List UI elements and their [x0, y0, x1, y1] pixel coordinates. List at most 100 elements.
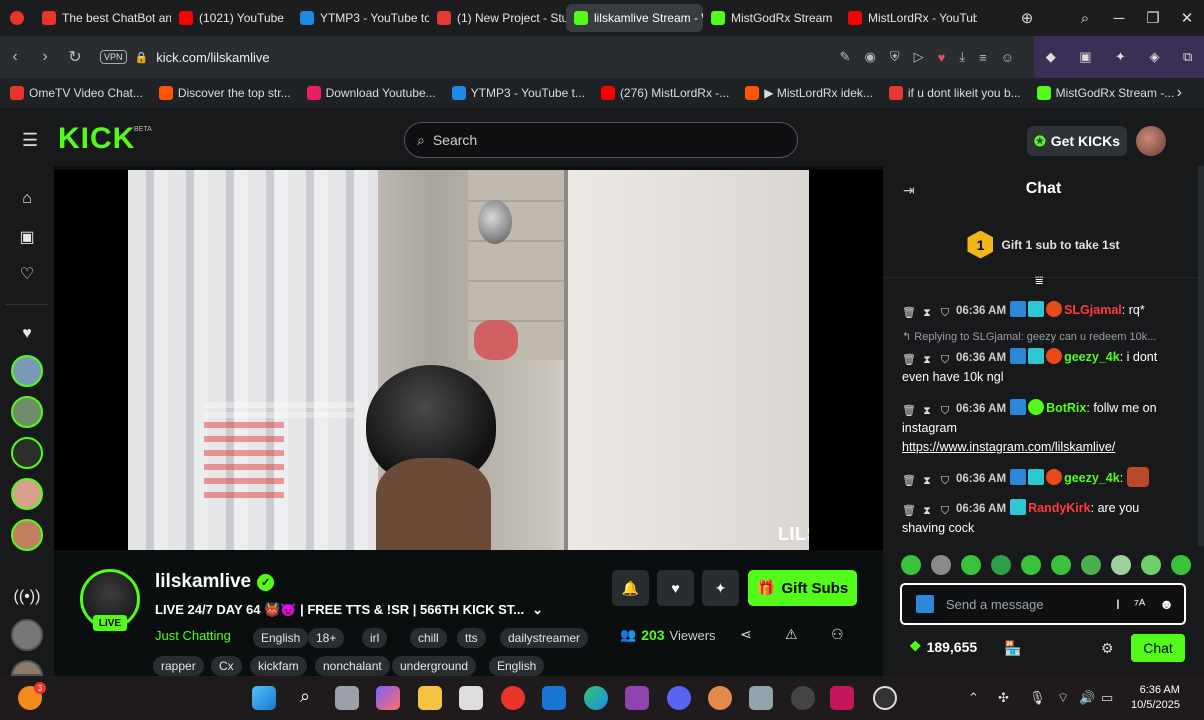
stream-tag[interactable]: nonchalant [315, 656, 390, 676]
msg-username[interactable]: BotRix [1046, 401, 1086, 415]
emote-icon[interactable] [1171, 555, 1191, 575]
timeout-icon[interactable]: ⧗ [920, 502, 934, 517]
opera-menu-icon[interactable] [10, 11, 24, 25]
store-app-icon[interactable] [459, 686, 483, 710]
wifi-icon[interactable]: ⌔ [1057, 690, 1069, 706]
home-icon[interactable]: ⌂ [16, 188, 38, 210]
stream-category[interactable]: Just Chatting [155, 628, 231, 643]
timeout-icon[interactable]: ⧗ [920, 472, 934, 487]
sparkle-button[interactable]: ✦ [702, 570, 739, 606]
gift-subs-button[interactable]: 🎁 Gift Subs [748, 570, 857, 606]
battery-icon[interactable]: ▭ [1101, 690, 1113, 706]
stream-tag[interactable]: English [253, 628, 309, 648]
chat-input-box[interactable]: Send a message Ι ⁷ᴬ ☻ [900, 583, 1186, 625]
emote-icon[interactable] [931, 555, 951, 575]
bookmark-item[interactable]: ▶ MistLordRx idek... [745, 86, 873, 100]
mod-user-icon[interactable]: ⚇ [831, 626, 844, 643]
extension-icon[interactable]: ◈ [1149, 49, 1159, 65]
outlook-icon[interactable] [542, 686, 566, 710]
stream-tag[interactable]: tts [457, 628, 486, 648]
edge-icon[interactable] [584, 686, 608, 710]
profile-icon[interactable]: ☺ [1001, 50, 1014, 65]
stream-tag[interactable]: dailystreamer [500, 628, 589, 648]
emote-icon[interactable] [1111, 555, 1131, 575]
file-explorer-icon[interactable] [418, 686, 442, 710]
ban-icon[interactable]: ⛉ [938, 351, 952, 366]
settings-gear-icon[interactable]: ⚙ [1101, 640, 1114, 657]
browser-tab[interactable]: lilskamlive Stream - W [565, 4, 703, 32]
chat-input[interactable]: Send a message [946, 597, 1044, 612]
extension-icon[interactable]: ◆ [1046, 49, 1056, 65]
browser-tab[interactable]: MistGodRx Stream [703, 4, 840, 32]
msg-username[interactable]: geezy_4k [1064, 471, 1120, 485]
bookmark-item[interactable]: YTMP3 - YouTube t... [451, 86, 585, 100]
stream-tag[interactable]: Cx [211, 656, 242, 676]
search-icon[interactable]: ⌕ [293, 686, 317, 710]
ban-icon[interactable]: ⛉ [938, 472, 952, 487]
emote-icon[interactable] [1021, 555, 1041, 575]
stream-tag[interactable]: English [489, 656, 545, 676]
recommended-channel-avatar[interactable] [11, 660, 43, 676]
emote-icon[interactable] [1051, 555, 1071, 575]
msg-link[interactable]: https://www.instagram.com/lilskamlive/ [902, 440, 1115, 454]
recommended-channel-avatar[interactable] [11, 619, 43, 651]
search-bar[interactable]: ⌕ Search [404, 122, 798, 158]
msg-username[interactable]: SLGjamal [1064, 303, 1122, 317]
maximize-icon[interactable]: ❐ [1136, 0, 1170, 36]
search-input[interactable]: Search [433, 132, 477, 148]
stream-tag[interactable]: kickfam [250, 656, 307, 676]
app-icon[interactable] [830, 686, 854, 710]
media-player-icon[interactable] [873, 686, 897, 710]
stream-tag[interactable]: rapper [153, 656, 204, 676]
shield-icon[interactable]: ⛨ [890, 49, 900, 65]
search-tabs-icon[interactable]: ⌕ [1068, 0, 1102, 36]
system-clock[interactable]: 6:36 AM 10/5/2025 [1131, 683, 1180, 713]
close-icon[interactable]: ✕ [1170, 0, 1204, 36]
browse-icon[interactable]: ▣ [16, 226, 38, 248]
camera-icon[interactable]: ◉ [865, 49, 876, 65]
url-field[interactable]: kick.com/lilskamlive [156, 50, 269, 65]
microphone-icon[interactable]: 🎙 [1029, 690, 1046, 706]
emote-icon[interactable] [1141, 555, 1161, 575]
reply-context[interactable]: ↰ Replying to SLGjamal: geezy can u rede… [902, 330, 1156, 343]
followed-channel-avatar[interactable] [11, 437, 43, 469]
timeout-icon[interactable]: ⧗ [920, 304, 934, 319]
bookmark-item[interactable]: (276) MistLordRx -... [600, 86, 729, 100]
browser-tab[interactable]: MistLordRx - YouTube [840, 4, 977, 32]
share-icon[interactable]: ⋖ [740, 626, 752, 643]
follow-heart-button[interactable]: ♥ [657, 570, 694, 606]
vpn-badge[interactable]: VPN [100, 50, 127, 64]
minimize-icon[interactable]: ─ [1102, 0, 1136, 36]
following-icon[interactable]: ♡ [16, 263, 38, 285]
delete-icon[interactable]: 🗑 [902, 472, 916, 487]
followed-channel-avatar[interactable] [11, 478, 43, 510]
bookmark-item[interactable]: Download Youtube... [306, 86, 436, 100]
tray-chevron-icon[interactable]: ⌃ [968, 690, 979, 706]
task-view-icon[interactable] [335, 686, 359, 710]
delete-icon[interactable]: 🗑 [902, 402, 916, 417]
timeout-icon[interactable]: ⧗ [920, 402, 934, 417]
followed-channel-avatar[interactable] [11, 519, 43, 551]
translate-icon[interactable]: ⁷ᴬ [1134, 596, 1145, 612]
bookmarks-overflow-icon[interactable]: › [1177, 84, 1182, 102]
bookmark-item[interactable]: OmeTV Video Chat... [10, 86, 143, 100]
send-chat-button[interactable]: Chat [1131, 634, 1185, 662]
get-kicks-button[interactable]: ✪ Get KICKs [1027, 126, 1127, 156]
stream-tag[interactable]: irl [362, 628, 388, 648]
page-scrollbar[interactable] [1198, 166, 1204, 546]
copilot-icon[interactable] [376, 686, 400, 710]
kick-logo[interactable]: KICK [58, 122, 135, 156]
store-icon[interactable]: 🏪 [1004, 640, 1021, 657]
forward-icon[interactable]: › [30, 48, 60, 66]
browser-tab[interactable]: The best ChatBot and [34, 4, 171, 32]
bookmark-item[interactable]: Discover the top str... [158, 86, 291, 100]
stream-tag[interactable]: chill [410, 628, 447, 648]
followed-channel-avatar[interactable] [11, 396, 43, 428]
new-tab-icon[interactable]: ⊕ [1010, 0, 1044, 36]
notification-bell-button[interactable]: 🔔 [612, 570, 649, 606]
stream-tag[interactable]: underground [392, 656, 477, 676]
video-player[interactable]: 👥 203 LILSKAMLIVE [54, 170, 883, 550]
scroll-down-icon[interactable]: ⩸ [1035, 272, 1044, 289]
channel-points[interactable]: ❖ 189,655 [909, 638, 977, 655]
followed-channel-avatar[interactable] [11, 355, 43, 387]
